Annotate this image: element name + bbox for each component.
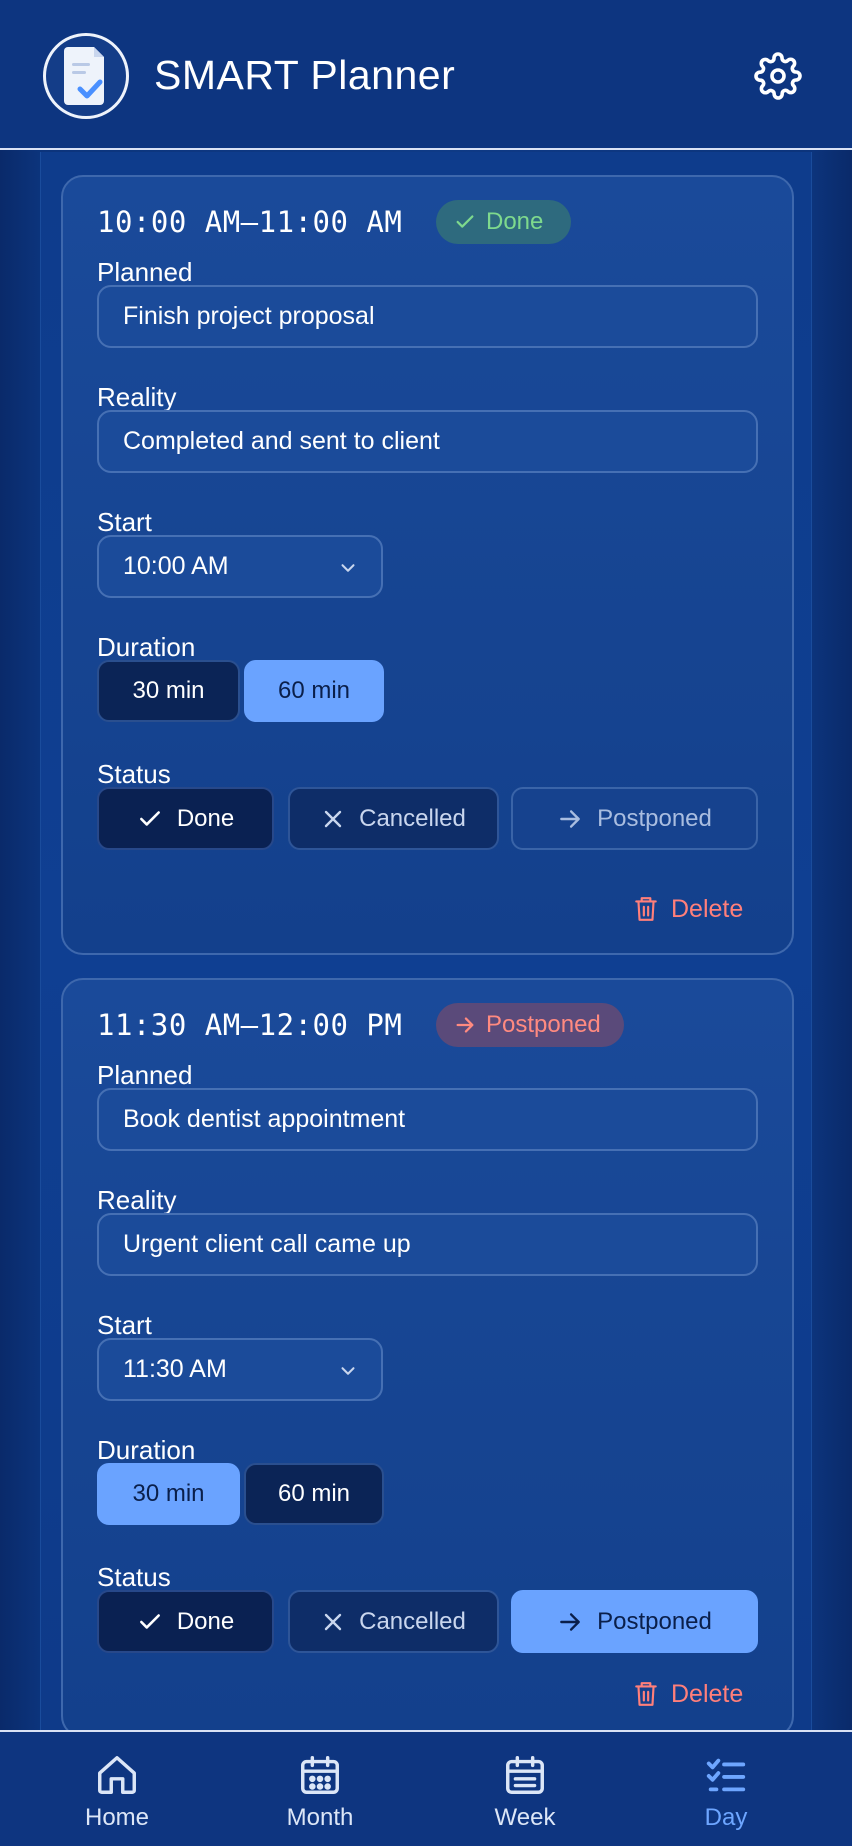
status-label: Status bbox=[97, 1562, 171, 1592]
planned-label: Planned bbox=[97, 257, 193, 287]
delete-label: Delete bbox=[671, 1679, 744, 1708]
status-badge-label: Done bbox=[486, 208, 544, 235]
status-badge: Postponed bbox=[436, 1003, 624, 1047]
reality-label: Reality bbox=[97, 1185, 177, 1215]
duration-label: Duration bbox=[97, 632, 196, 662]
start-label: Start bbox=[97, 1310, 152, 1340]
reality-label: Reality bbox=[97, 382, 177, 412]
nav-label-week: Week bbox=[494, 1804, 556, 1831]
duration-30-button[interactable]: 30 min bbox=[97, 1463, 240, 1525]
nav-item-day[interactable]: Day bbox=[666, 1752, 786, 1842]
arrow-right-icon bbox=[456, 1017, 474, 1033]
nav-item-home[interactable]: Home bbox=[57, 1752, 177, 1842]
task-time-range: 10:00 AM–11:00 AM bbox=[97, 205, 403, 239]
status-done-label: Done bbox=[176, 804, 235, 832]
close-icon bbox=[324, 1613, 342, 1630]
calendar-month-icon bbox=[301, 1756, 339, 1794]
settings-button[interactable] bbox=[752, 50, 804, 102]
status-postponed-button[interactable]: Postponed bbox=[511, 1590, 758, 1653]
status-cancelled-button[interactable]: Cancelled bbox=[288, 787, 499, 850]
start-label: Start bbox=[97, 507, 152, 537]
task-card: 11:30 AM–12:00 PM Postponed Planned Book… bbox=[61, 978, 794, 1730]
chevron-down-icon bbox=[341, 564, 355, 572]
status-cancelled-button[interactable]: Cancelled bbox=[288, 1590, 499, 1653]
planned-input[interactable]: Book dentist appointment bbox=[97, 1088, 758, 1151]
status-badge: Done bbox=[436, 200, 571, 244]
nav-item-week[interactable]: Week bbox=[465, 1752, 585, 1842]
planned-label: Planned bbox=[97, 1060, 193, 1090]
status-cancelled-label: Cancelled bbox=[359, 804, 466, 832]
check-icon bbox=[139, 810, 160, 826]
task-list[interactable]: 10:00 AM–11:00 AM Done Planned Finish pr… bbox=[40, 152, 812, 1730]
nav-label-month: Month bbox=[286, 1804, 354, 1831]
status-postponed-label: Postponed bbox=[597, 804, 712, 832]
nav-label-day: Day bbox=[704, 1804, 748, 1831]
delete-label: Delete bbox=[671, 894, 744, 923]
chevron-down-icon bbox=[341, 1367, 355, 1375]
status-label: Status bbox=[97, 759, 171, 789]
trash-icon bbox=[635, 1682, 657, 1706]
check-icon bbox=[456, 215, 474, 228]
nav-label-home: Home bbox=[84, 1804, 150, 1831]
document-check-icon bbox=[64, 47, 104, 105]
duration-60-button[interactable]: 60 min bbox=[244, 1463, 384, 1525]
duration-label: Duration bbox=[97, 1435, 196, 1465]
task-time-range: 11:30 AM–12:00 PM bbox=[97, 1008, 403, 1042]
arrow-right-icon bbox=[560, 809, 580, 828]
arrow-right-icon bbox=[560, 1612, 580, 1631]
planned-input[interactable]: Finish project proposal bbox=[97, 285, 758, 348]
app-header: SMART Planner bbox=[0, 0, 852, 150]
reality-input[interactable]: Urgent client call came up bbox=[97, 1213, 758, 1276]
reality-input[interactable]: Completed and sent to client bbox=[97, 410, 758, 473]
calendar-week-icon bbox=[506, 1756, 544, 1794]
start-time-value: 11:30 AM bbox=[123, 1355, 227, 1383]
nav-item-month[interactable]: Month bbox=[260, 1752, 380, 1842]
duration-30-button[interactable]: 30 min bbox=[97, 660, 240, 722]
checklist-icon bbox=[706, 1758, 746, 1792]
start-time-select[interactable]: 11:30 AM bbox=[97, 1338, 383, 1401]
status-badge-label: Postponed bbox=[486, 1011, 601, 1038]
app-logo bbox=[43, 33, 129, 119]
status-postponed-button[interactable]: Postponed bbox=[511, 787, 758, 850]
task-card: 10:00 AM–11:00 AM Done Planned Finish pr… bbox=[61, 175, 794, 955]
bottom-navigation: Home Month Week Day bbox=[0, 1730, 852, 1846]
check-icon bbox=[139, 1613, 160, 1629]
trash-icon bbox=[635, 897, 657, 921]
duration-60-button[interactable]: 60 min bbox=[244, 660, 384, 722]
gear-icon bbox=[754, 52, 802, 100]
status-done-button[interactable]: Done bbox=[97, 787, 274, 850]
delete-button[interactable]: Delete bbox=[633, 889, 758, 929]
status-cancelled-label: Cancelled bbox=[359, 1607, 466, 1635]
status-done-button[interactable]: Done bbox=[97, 1590, 274, 1653]
status-done-label: Done bbox=[176, 1607, 235, 1635]
start-time-select[interactable]: 10:00 AM bbox=[97, 535, 383, 598]
start-time-value: 10:00 AM bbox=[123, 552, 229, 580]
app-title: SMART Planner bbox=[154, 52, 456, 98]
close-icon bbox=[324, 810, 342, 827]
home-icon bbox=[98, 1756, 136, 1794]
status-postponed-label: Postponed bbox=[597, 1607, 712, 1635]
delete-button[interactable]: Delete bbox=[633, 1674, 758, 1714]
